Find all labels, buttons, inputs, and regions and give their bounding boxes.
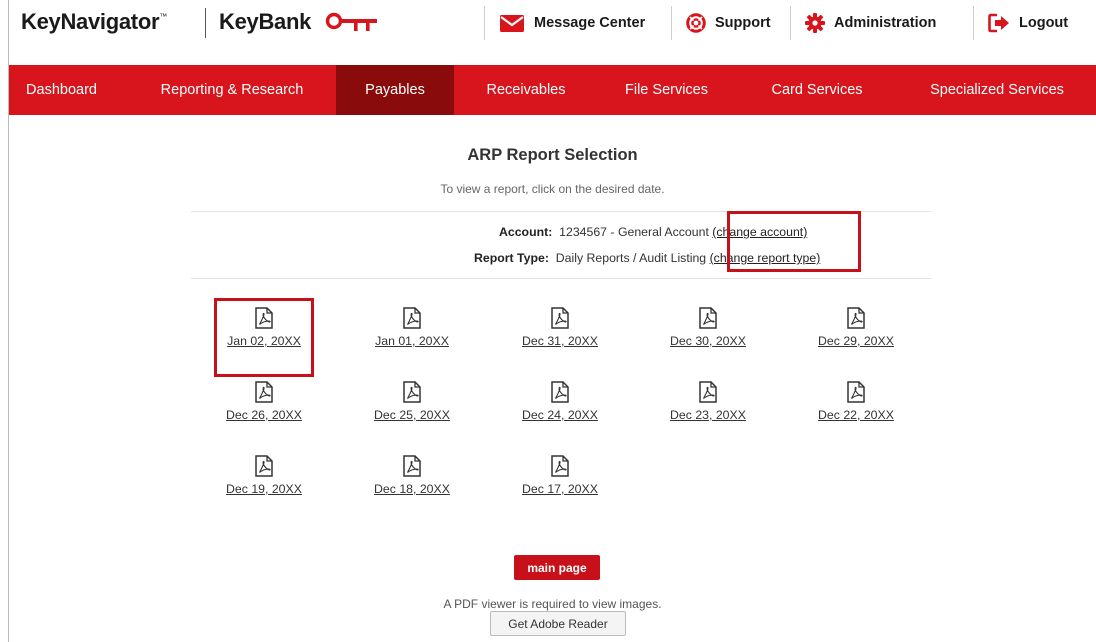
pdf-viewer-note: A PDF viewer is required to view images. — [443, 597, 662, 611]
tab-specialized-services[interactable]: Specialized Services — [907, 65, 1087, 115]
report-date-link[interactable]: Dec 29, 20XX — [806, 334, 906, 348]
keynavigator-logo[interactable]: KeyNavigator™ — [21, 9, 167, 35]
report-item[interactable]: Dec 24, 20XX — [510, 381, 610, 441]
report-item[interactable]: Jan 01, 20XX — [362, 307, 462, 367]
support-link[interactable]: Support — [672, 0, 790, 46]
app-frame: KeyNavigator™ KeyBank Message Center Sup… — [8, 0, 1096, 642]
change-links-highlight — [727, 211, 861, 272]
report-date-link[interactable]: Jan 01, 20XX — [362, 334, 462, 348]
pdf-file-icon — [551, 307, 569, 329]
pdf-file-icon — [699, 381, 717, 403]
tab-receivables[interactable]: Receivables — [464, 65, 588, 115]
account-label: Account: — [499, 225, 553, 239]
main-page-button[interactable]: main page — [514, 555, 600, 580]
report-type-label: Report Type: — [474, 251, 549, 265]
lifebuoy-icon — [686, 13, 706, 33]
report-type-value: Daily Reports / Audit Listing — [555, 251, 707, 265]
pdf-file-icon — [847, 381, 865, 403]
account-value: 1234567 - General Account — [559, 225, 709, 239]
logout-icon — [988, 13, 1010, 33]
report-date-link[interactable]: Dec 22, 20XX — [806, 408, 906, 422]
pdf-file-icon — [403, 381, 421, 403]
envelope-icon — [499, 13, 525, 33]
report-item[interactable]: Dec 26, 20XX — [214, 381, 314, 441]
top-bar: KeyNavigator™ KeyBank Message Center Sup… — [9, 0, 1096, 46]
pdf-file-icon — [699, 307, 717, 329]
report-item[interactable]: Dec 17, 20XX — [510, 455, 610, 515]
report-item[interactable]: Dec 31, 20XX — [510, 307, 610, 367]
pdf-file-icon — [403, 455, 421, 477]
main-nav: Dashboard Reporting & Research Payables … — [9, 65, 1096, 115]
keybank-logo[interactable]: KeyBank — [219, 9, 311, 35]
tab-dashboard[interactable]: Dashboard — [9, 65, 114, 115]
page-title: ARP Report Selection — [467, 146, 638, 164]
tab-card-services[interactable]: Card Services — [747, 65, 887, 115]
pdf-file-icon — [255, 381, 273, 403]
pdf-file-icon — [551, 381, 569, 403]
page-subtitle: To view a report, click on the desired d… — [440, 182, 665, 196]
pdf-file-icon — [847, 307, 865, 329]
tab-payables[interactable]: Payables — [336, 65, 454, 115]
first-report-highlight — [214, 298, 314, 377]
report-date-link[interactable]: Dec 17, 20XX — [510, 482, 610, 496]
report-date-link[interactable]: Dec 30, 20XX — [658, 334, 758, 348]
pdf-file-icon — [403, 307, 421, 329]
gear-icon — [805, 13, 825, 33]
report-item[interactable]: Dec 30, 20XX — [658, 307, 758, 367]
logout-link[interactable]: Logout — [974, 0, 1094, 46]
report-item[interactable]: Dec 22, 20XX — [806, 381, 906, 441]
report-item[interactable]: Dec 23, 20XX — [658, 381, 758, 441]
pdf-file-icon — [255, 455, 273, 477]
report-date-link[interactable]: Dec 25, 20XX — [362, 408, 462, 422]
message-center-link[interactable]: Message Center — [485, 0, 671, 46]
report-item[interactable]: Dec 19, 20XX — [214, 455, 314, 515]
report-date-link[interactable]: Dec 19, 20XX — [214, 482, 314, 496]
report-date-link[interactable]: Dec 18, 20XX — [362, 482, 462, 496]
report-item[interactable]: Dec 18, 20XX — [362, 455, 462, 515]
tab-file-services[interactable]: File Services — [599, 65, 734, 115]
report-item[interactable]: Dec 25, 20XX — [362, 381, 462, 441]
report-date-link[interactable]: Dec 31, 20XX — [510, 334, 610, 348]
key-logo-icon — [325, 12, 377, 31]
pdf-file-icon — [551, 455, 569, 477]
report-date-link[interactable]: Dec 26, 20XX — [214, 408, 314, 422]
report-date-link[interactable]: Dec 24, 20XX — [510, 408, 610, 422]
divider — [191, 278, 931, 279]
brand-divider — [205, 8, 206, 38]
report-date-link[interactable]: Dec 23, 20XX — [658, 408, 758, 422]
get-adobe-reader-button[interactable]: Get Adobe Reader — [490, 611, 626, 636]
administration-link[interactable]: Administration — [791, 0, 973, 46]
tab-reporting-research[interactable]: Reporting & Research — [137, 65, 327, 115]
report-item[interactable]: Dec 29, 20XX — [806, 307, 906, 367]
